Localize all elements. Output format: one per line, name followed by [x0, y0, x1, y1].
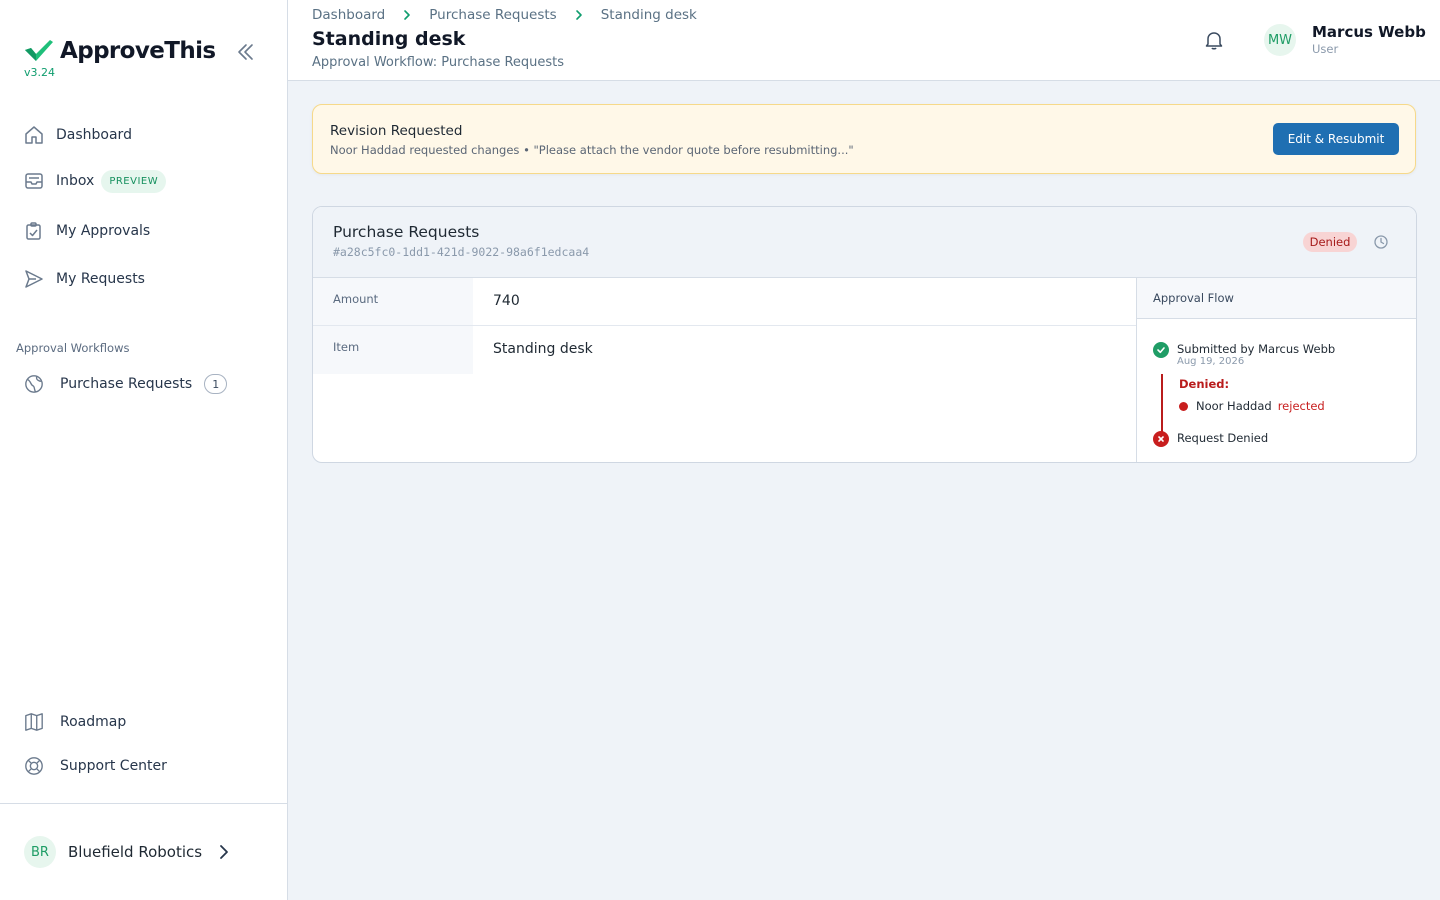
banner-title: Revision Requested [330, 123, 463, 139]
request-card-header: Purchase Requests #a28c5fc0-1dd1-421d-90… [313, 207, 1416, 278]
approval-flow-heading: Approval Flow [1137, 278, 1416, 319]
user-name: Marcus Webb [1312, 23, 1426, 41]
user-avatar: MW [1264, 24, 1296, 56]
submitted-date: Aug 19, 2026 [1177, 356, 1245, 367]
chevron-right-icon [573, 9, 585, 21]
notifications-button[interactable] [1203, 29, 1225, 51]
page-header: Dashboard Purchase Requests Standing des… [288, 0, 1440, 81]
inbox-icon [24, 171, 44, 191]
breadcrumb: Dashboard Purchase Requests Standing des… [312, 7, 697, 23]
sidebar-item-inbox[interactable]: Inbox PREVIEW [24, 169, 167, 193]
app-version: v3.24 [24, 66, 56, 79]
sidebar-item-purchase-requests[interactable]: Purchase Requests 1 [24, 372, 228, 396]
sidebar: ApproveThis v3.24 Dashboard Inbox PREVIE… [0, 0, 288, 900]
sidebar-item-dashboard[interactable]: Dashboard [24, 123, 132, 147]
org-name: Bluefield Robotics [68, 843, 203, 861]
sidebar-item-roadmap[interactable]: Roadmap [24, 710, 126, 734]
stage-label: Denied: [1179, 377, 1230, 391]
banner-message: Noor Haddad requested changes • "Please … [330, 143, 854, 157]
clock-history-icon[interactable] [1373, 234, 1389, 250]
clipboard-check-icon [24, 221, 44, 241]
sidebar-item-label: Roadmap [60, 714, 127, 730]
field-row-amount: Amount 740 [313, 278, 1136, 326]
sidebar-item-label: My Requests [56, 271, 145, 287]
field-row-item: Item Standing desk [313, 326, 1136, 374]
field-label: Item [313, 326, 473, 374]
user-menu[interactable]: MW Marcus Webb User [1264, 23, 1426, 57]
status-dot [1179, 401, 1188, 411]
approver-status: rejected [1277, 399, 1325, 413]
sidebar-item-label: My Approvals [56, 223, 151, 239]
send-icon [24, 269, 44, 289]
field-value: 740 [493, 293, 520, 309]
approval-workflows-heading: Approval Workflows [16, 341, 130, 355]
field-value: Standing desk [493, 341, 593, 357]
breadcrumb-current[interactable]: Standing desk [601, 7, 697, 23]
map-icon [24, 712, 44, 732]
request-workflow-title: Purchase Requests [333, 223, 480, 241]
sidebar-item-support-center[interactable]: Support Center [24, 754, 167, 778]
revision-banner: Revision Requested Noor Haddad requested… [312, 104, 1416, 174]
collapse-sidebar-button[interactable] [236, 42, 256, 62]
field-label: Amount [313, 278, 473, 325]
lifebuoy-icon [24, 756, 44, 776]
submitted-text: Submitted by Marcus Webb [1177, 342, 1336, 356]
approver-name: Noor Haddad [1196, 399, 1272, 413]
sidebar-item-label: Support Center [60, 758, 167, 774]
request-id: #a28c5fc0-1dd1-421d-9022-98a6f1edcaa4 [333, 245, 590, 259]
double-chevron-left-icon [238, 44, 253, 60]
sidebar-item-label: Dashboard [56, 127, 132, 143]
request-card: Purchase Requests #a28c5fc0-1dd1-421d-90… [312, 206, 1417, 463]
organization-switcher[interactable]: BR Bluefield Robotics [24, 836, 230, 868]
breadcrumb-dashboard[interactable]: Dashboard [312, 7, 385, 23]
brand-logo[interactable]: ApproveThis [24, 38, 216, 64]
x-circle-icon [1153, 431, 1169, 447]
sidebar-item-my-approvals[interactable]: My Approvals [24, 219, 150, 243]
sidebar-item-my-requests[interactable]: My Requests [24, 267, 145, 291]
home-icon [24, 125, 44, 145]
approver-row: Noor Haddad rejected [1179, 399, 1325, 413]
check-circle-icon [1153, 342, 1169, 358]
approval-flow-panel: Approval Flow Submitted by Marcus Webb A… [1136, 278, 1416, 462]
org-avatar: BR [24, 836, 56, 868]
page-title: Standing desk [312, 28, 466, 50]
flow-connector-line [1161, 374, 1163, 436]
breadcrumb-purchase-requests[interactable]: Purchase Requests [429, 7, 556, 23]
request-fields: Amount 740 Item Standing desk [313, 278, 1136, 374]
edit-resubmit-button[interactable]: Edit & Resubmit [1273, 123, 1399, 155]
globe-icon [24, 374, 44, 394]
final-status-text: Request Denied [1177, 431, 1269, 445]
page-subtitle: Approval Workflow: Purchase Requests [312, 55, 565, 70]
chevron-right-icon [401, 9, 413, 21]
count-badge: 1 [204, 374, 228, 394]
chevron-right-icon [220, 845, 228, 859]
user-role: User [1312, 42, 1339, 56]
sidebar-item-label: Inbox [56, 173, 95, 189]
preview-badge: PREVIEW [101, 169, 167, 193]
flow-step-submitted: Submitted by Marcus Webb Aug 19, 2026 [1153, 342, 1335, 368]
checkmark-logo-icon [25, 40, 53, 61]
sidebar-item-label: Purchase Requests [60, 376, 193, 392]
bell-icon [1205, 32, 1223, 50]
status-badge: Denied [1303, 232, 1357, 252]
brand-name: ApproveThis [60, 38, 216, 64]
sidebar-divider [0, 803, 287, 804]
flow-step-final: Request Denied [1153, 431, 1268, 447]
